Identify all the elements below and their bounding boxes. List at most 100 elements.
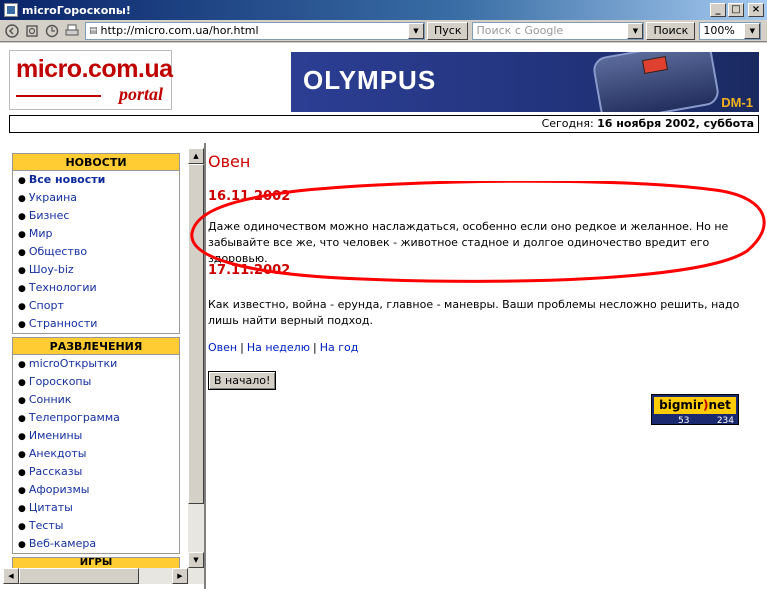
sidebar-item-sport[interactable]: ● Спорт (13, 297, 179, 315)
scroll-thumb[interactable] (188, 164, 204, 504)
bullet-icon: ● (18, 266, 26, 276)
maximize-button[interactable]: □ (728, 3, 744, 17)
banner-brand: OLYMPUS (303, 65, 437, 95)
bullet-icon: ● (18, 248, 26, 258)
sidebar-item-jokes[interactable]: ● Анекдоты (13, 445, 179, 463)
news-box: НОВОСТИ ● Все новости ● Украина ● Бизнес ● М… (12, 153, 180, 334)
back-to-top-button[interactable]: В начало! (208, 371, 277, 390)
ad-banner[interactable]: OLYMPUS DM-1 (291, 52, 759, 112)
scroll-left-icon[interactable]: ◀ (3, 568, 19, 584)
sidebar-item-webcam[interactable]: ● Веб-камера (13, 535, 179, 553)
bullet-icon: ● (18, 284, 26, 294)
search-field[interactable]: Поиск с Google ▼ (472, 21, 645, 40)
sidebar-item-world[interactable]: ● Мир (13, 225, 179, 243)
zoom-select[interactable]: 100% ▼ (699, 21, 762, 40)
bullet-icon: ● (18, 540, 26, 550)
bullet-icon: ● (18, 176, 26, 186)
close-button[interactable]: × (748, 3, 764, 17)
page-viewport: micro.com.ua portal OLYMPUS DM-1 Сегодня… (0, 43, 767, 589)
zoom-dropdown-icon[interactable]: ▼ (744, 22, 761, 39)
sidebar: НОВОСТИ ● Все новости ● Украина ● Бизнес ● М… (12, 153, 180, 572)
sidebar-item-aphorisms[interactable]: ● Афоризмы (13, 481, 179, 499)
bullet-icon: ● (18, 320, 26, 330)
sidebar-item-tech[interactable]: ● Технологии (13, 279, 179, 297)
bullet-icon: ● (18, 504, 26, 514)
go-button[interactable]: Пуск (427, 21, 469, 40)
period-links: Овен | На неделю | На год (208, 341, 358, 354)
print-icon[interactable] (64, 23, 80, 39)
bullet-icon: ● (18, 360, 26, 370)
scroll-down-icon[interactable]: ▼ (188, 552, 204, 568)
counter-today: 53 (678, 416, 690, 426)
sidebar-item-oddities[interactable]: ● Странности (13, 315, 179, 333)
sidebar-item-tests[interactable]: ● Тесты (13, 517, 179, 535)
logo-underline (16, 95, 101, 97)
link-year[interactable]: На год (320, 341, 359, 354)
search-button[interactable]: Поиск (646, 21, 696, 40)
scroll-up-icon[interactable]: ▲ (188, 148, 204, 164)
bullet-icon: ● (18, 486, 26, 496)
sidebar-item-horoscopes[interactable]: ● Гороскопы (13, 373, 179, 391)
search-input[interactable]: Поиск с Google (476, 24, 627, 37)
page-icon: ▤ (89, 25, 98, 36)
sidebar-item-quotes[interactable]: ● Цитаты (13, 499, 179, 517)
sidebar-item-all-news[interactable]: ● Все новости (13, 171, 179, 189)
bullet-icon: ● (18, 396, 26, 406)
scroll-right-icon[interactable]: ▶ (172, 568, 188, 584)
bullet-icon: ● (18, 302, 26, 312)
bullet-icon: ● (18, 432, 26, 442)
frame-divider[interactable] (204, 143, 206, 589)
link-week[interactable]: На неделю (247, 341, 310, 354)
date-bar: Сегодня: 16 ноября 2002, суббота (9, 115, 759, 133)
search-dropdown-icon[interactable]: ▼ (627, 22, 644, 39)
counter-total: 234 (716, 416, 734, 426)
reload-icon[interactable] (24, 23, 40, 39)
link-separator: | (312, 341, 317, 354)
window-title: microГороскопы! (22, 3, 131, 17)
counter-numbers: 53 234 (652, 416, 738, 426)
bullet-icon: ● (18, 414, 26, 424)
news-header: НОВОСТИ (13, 154, 179, 171)
hscroll-thumb[interactable] (19, 568, 139, 584)
back-icon[interactable] (4, 23, 20, 39)
sidebar-item-dreams[interactable]: ● Сонник (13, 391, 179, 409)
date-prefix: Сегодня: (541, 117, 594, 130)
sidebar-horizontal-scrollbar[interactable]: ◀ ▶ (3, 568, 204, 584)
sidebar-vertical-scrollbar[interactable]: ▲ ▼ (188, 148, 204, 568)
forecast-text-1: Даже одиночеством можно наслаждаться, ос… (208, 220, 729, 265)
bullet-icon: ● (18, 522, 26, 532)
forecast-date-2: 17.11.2002 (208, 263, 291, 278)
address-input[interactable]: http://micro.com.ua/hor.html (101, 24, 408, 37)
sidebar-item-showbiz[interactable]: ● Шоу-biz (13, 261, 179, 279)
bullet-icon: ● (18, 468, 26, 478)
sidebar-item-society[interactable]: ● Общество (13, 243, 179, 261)
sidebar-item-ukraine[interactable]: ● Украина (13, 189, 179, 207)
bullet-icon: ● (18, 230, 26, 240)
bigmir-counter[interactable]: bigmir)net 53 234 (651, 394, 739, 426)
sidebar-item-tv[interactable]: ● Телепрограмма (13, 409, 179, 427)
window-titlebar: microГороскопы! _ □ × (0, 0, 767, 20)
home-icon[interactable] (44, 23, 60, 39)
minimize-button[interactable]: _ (710, 3, 726, 17)
counter-brand: bigmir)net (654, 397, 736, 414)
zoom-value: 100% (703, 24, 735, 37)
bullet-icon: ● (18, 212, 26, 222)
sidebar-item-namedays[interactable]: ● Именины (13, 427, 179, 445)
browser-toolbar: ▤ http://micro.com.ua/hor.html ▼ Пуск По… (0, 20, 767, 42)
site-logo[interactable]: micro.com.ua portal (9, 50, 173, 110)
date-value: 16 ноября 2002, суббота (597, 117, 754, 130)
address-dropdown-icon[interactable]: ▼ (408, 22, 424, 39)
link-separator: | (240, 341, 244, 354)
banner-model: DM-1 (721, 95, 753, 110)
page-title: Овен (208, 152, 251, 171)
forecast-date-1: 16.11.2002 (208, 189, 291, 204)
link-day[interactable]: Овен (208, 341, 237, 354)
address-bar[interactable]: ▤ http://micro.com.ua/hor.html ▼ (85, 21, 425, 40)
bullet-icon: ● (18, 450, 26, 460)
sidebar-item-postcards[interactable]: ● microОткрытки (13, 355, 179, 373)
sidebar-item-stories[interactable]: ● Рассказы (13, 463, 179, 481)
forecast-text-2: Как известно, война - ерунда, главное - … (208, 298, 740, 327)
logo-sub-text: portal (118, 84, 163, 104)
sidebar-item-business[interactable]: ● Бизнес (13, 207, 179, 225)
fun-box: РАЗВЛЕЧЕНИЯ ● microОткрытки ● Гороскопы ● С… (12, 337, 180, 554)
